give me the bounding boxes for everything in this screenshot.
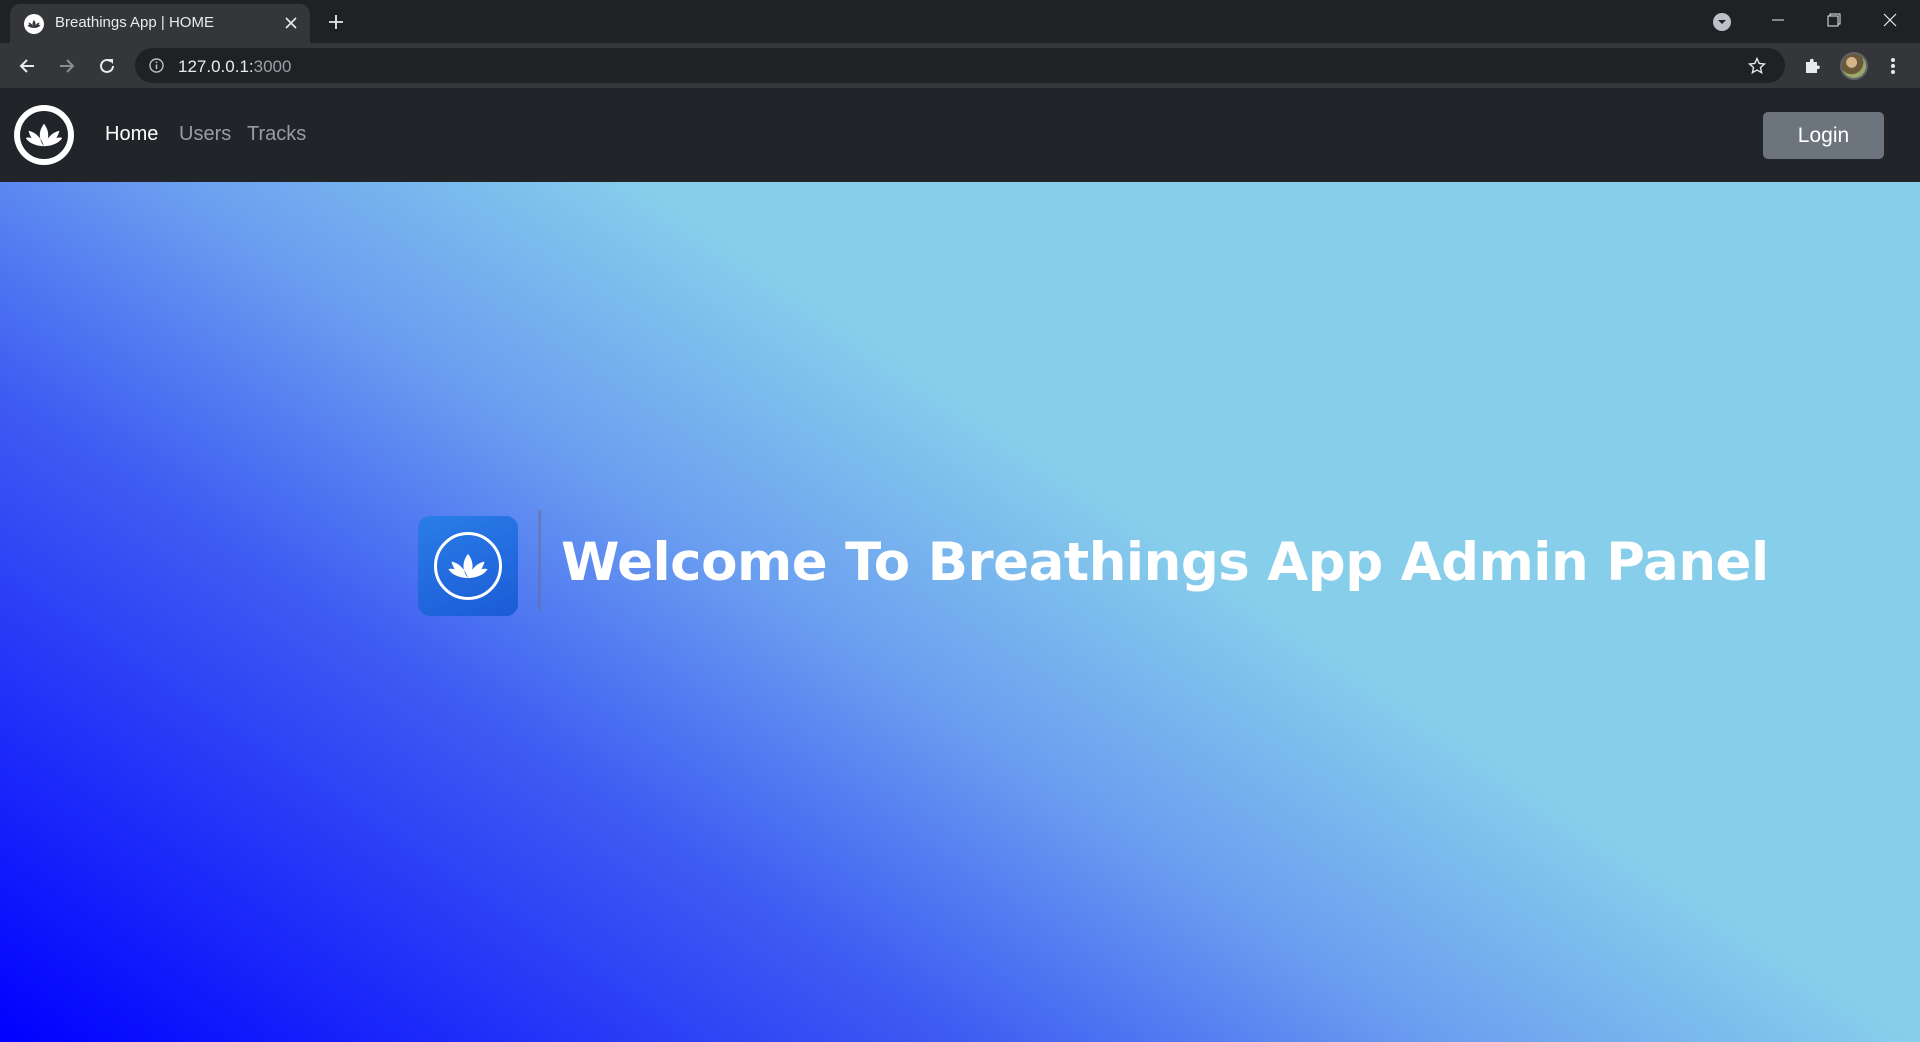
nav-link-users[interactable]: Users bbox=[179, 123, 231, 146]
close-icon[interactable] bbox=[280, 12, 302, 34]
puzzle-icon[interactable] bbox=[1797, 51, 1827, 81]
browser-toolbar: 127.0.0.1:3000 bbox=[0, 43, 1920, 88]
hero-section: Welcome To Breathings App Admin Panel bbox=[0, 182, 1920, 1042]
lotus-icon bbox=[434, 532, 502, 600]
hero-title: Welcome To Breathings App Admin Panel bbox=[561, 532, 1769, 593]
star-icon[interactable] bbox=[1745, 54, 1769, 78]
browser-tabstrip: Breathings App | HOME bbox=[0, 0, 1920, 43]
forward-arrow-icon[interactable] bbox=[52, 51, 82, 81]
back-arrow-icon[interactable] bbox=[12, 51, 42, 81]
reload-icon[interactable] bbox=[92, 51, 122, 81]
nav-link-tracks[interactable]: Tracks bbox=[247, 123, 306, 146]
nav-link-home[interactable]: Home bbox=[105, 123, 158, 146]
brand-logo[interactable] bbox=[14, 105, 74, 165]
tab-title: Breathings App | HOME bbox=[55, 14, 214, 31]
app-icon bbox=[418, 516, 518, 616]
login-button[interactable]: Login bbox=[1763, 112, 1884, 159]
window-close-icon[interactable] bbox=[1862, 0, 1918, 40]
hero-divider bbox=[538, 510, 541, 610]
minimize-icon[interactable] bbox=[1750, 0, 1806, 40]
profile-avatar[interactable] bbox=[1840, 52, 1868, 80]
url-port: 3000 bbox=[253, 57, 292, 76]
url-text: 127.0.0.1:3000 bbox=[178, 57, 291, 77]
info-icon[interactable] bbox=[148, 57, 165, 74]
browser-tab[interactable]: Breathings App | HOME bbox=[10, 4, 310, 43]
site-navbar: Home Users Tracks Login bbox=[0, 88, 1920, 182]
kebab-menu-icon[interactable] bbox=[1878, 51, 1908, 81]
address-bar[interactable]: 127.0.0.1:3000 bbox=[135, 48, 1785, 83]
maximize-icon[interactable] bbox=[1806, 0, 1862, 40]
url-host: 127.0.0.1: bbox=[178, 57, 254, 76]
lotus-icon bbox=[24, 14, 44, 34]
lotus-icon bbox=[18, 109, 70, 161]
plus-icon[interactable] bbox=[323, 9, 349, 35]
tab-search-icon[interactable] bbox=[1710, 10, 1734, 34]
